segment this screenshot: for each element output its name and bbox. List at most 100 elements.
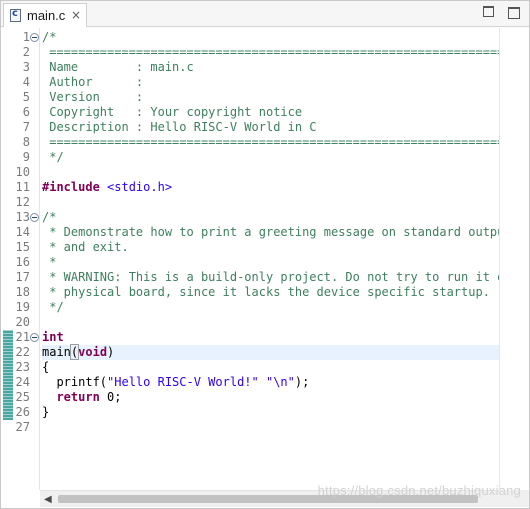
editor-window: main.c × 1234567891011121314151617181920… bbox=[0, 0, 530, 509]
code-line[interactable]: /* bbox=[42, 210, 56, 225]
code-token: * Demonstrate how to print a greeting me… bbox=[42, 225, 499, 239]
code-token: * physical board, since it lacks the dev… bbox=[42, 285, 490, 299]
code-token: */ bbox=[42, 300, 64, 314]
code-token: return bbox=[56, 390, 100, 404]
watermark-text: https://blog.csdn.net/buzhiquxiang bbox=[317, 483, 521, 498]
line-number: 13 bbox=[15, 210, 30, 224]
code-line[interactable]: * WARNING: This is a build-only project.… bbox=[42, 270, 499, 285]
line-number: 3 bbox=[22, 60, 30, 74]
code-line[interactable]: */ bbox=[42, 300, 64, 315]
code-line[interactable]: Version : bbox=[42, 90, 143, 105]
code-token: int bbox=[42, 330, 64, 344]
editor-tab-bar: main.c × bbox=[1, 1, 529, 27]
fold-collapse-icon[interactable] bbox=[30, 33, 39, 42]
line-number: 14 bbox=[15, 225, 30, 239]
line-number: 22 bbox=[15, 345, 30, 359]
line-number: 11 bbox=[15, 180, 30, 194]
gutter-divider bbox=[39, 28, 40, 490]
tab-main-c[interactable]: main.c × bbox=[3, 3, 87, 27]
vertical-scrollbar[interactable] bbox=[499, 28, 529, 490]
code-token: /* bbox=[42, 210, 57, 224]
line-number: 17 bbox=[15, 270, 30, 284]
fold-collapse-icon[interactable] bbox=[30, 213, 39, 222]
code-line[interactable]: int bbox=[42, 330, 64, 345]
code-token: */ bbox=[42, 150, 64, 164]
line-number: 19 bbox=[15, 300, 30, 314]
code-line[interactable]: Copyright : Your copyright notice bbox=[42, 105, 302, 120]
line-number: 12 bbox=[15, 195, 30, 209]
code-line[interactable]: * physical board, since it lacks the dev… bbox=[42, 285, 490, 300]
line-number: 7 bbox=[22, 120, 30, 134]
code-line[interactable]: /* bbox=[42, 30, 56, 45]
line-number: 18 bbox=[15, 285, 30, 299]
code-line[interactable]: */ bbox=[42, 150, 64, 165]
code-token: "\n" bbox=[265, 375, 295, 389]
line-number: 8 bbox=[22, 135, 30, 149]
line-number: 20 bbox=[15, 315, 30, 329]
code-line[interactable]: #include <stdio.h> bbox=[42, 180, 172, 195]
code-line[interactable]: Author : bbox=[42, 75, 143, 90]
line-number: 10 bbox=[15, 165, 30, 179]
code-text-area[interactable]: /* =====================================… bbox=[42, 28, 499, 490]
code-token: Copyright : Your copyright notice bbox=[42, 105, 303, 119]
code-token: Name : main.c bbox=[42, 60, 194, 74]
line-number: 27 bbox=[15, 420, 30, 434]
c-file-icon bbox=[10, 8, 21, 22]
line-number: 4 bbox=[22, 75, 30, 89]
vertical-scroll-thumb[interactable] bbox=[502, 30, 514, 485]
code-token: } bbox=[42, 405, 50, 419]
fold-collapse-icon[interactable] bbox=[30, 333, 39, 342]
line-number: 25 bbox=[15, 390, 30, 404]
code-token: ); bbox=[294, 375, 310, 389]
tab-label: main.c bbox=[27, 8, 66, 23]
line-number: 2 bbox=[22, 45, 30, 59]
code-token: * bbox=[42, 255, 57, 269]
close-icon[interactable]: × bbox=[71, 8, 81, 22]
line-number: 21 bbox=[15, 330, 30, 344]
code-token: ) bbox=[107, 345, 115, 359]
code-token: void bbox=[78, 345, 108, 359]
scroll-left-icon[interactable]: ◀ bbox=[44, 494, 52, 505]
code-line[interactable]: } bbox=[42, 405, 49, 420]
line-number: 16 bbox=[15, 255, 30, 269]
minimize-icon[interactable] bbox=[482, 5, 494, 17]
code-line[interactable]: * Demonstrate how to print a greeting me… bbox=[42, 225, 499, 240]
code-token: ========================================… bbox=[49, 45, 499, 59]
maximize-icon[interactable] bbox=[508, 5, 520, 19]
code-token: * WARNING: This is a build-only project.… bbox=[42, 270, 499, 284]
line-number: 24 bbox=[15, 375, 30, 389]
code-token: printf( bbox=[42, 375, 108, 389]
code-token: /* bbox=[42, 30, 57, 44]
code-line[interactable]: Name : main.c bbox=[42, 60, 194, 75]
code-token: main bbox=[42, 345, 71, 359]
code-token: Description : Hello RISC-V World in C bbox=[42, 120, 317, 134]
code-line[interactable]: ========================================… bbox=[42, 135, 499, 150]
code-token: * and exit. bbox=[42, 240, 129, 254]
line-number: 5 bbox=[22, 90, 30, 104]
line-number: 6 bbox=[22, 105, 30, 119]
line-number: 15 bbox=[15, 240, 30, 254]
code-token: 0; bbox=[99, 390, 122, 404]
line-number: 1 bbox=[22, 30, 30, 44]
code-token: ========================================… bbox=[49, 135, 499, 149]
code-line[interactable]: * and exit. bbox=[42, 240, 129, 255]
code-line[interactable]: main(void) bbox=[42, 344, 115, 360]
code-line[interactable]: ========================================… bbox=[42, 45, 499, 60]
code-token: { bbox=[42, 360, 50, 374]
code-token: "Hello RISC-V World!" bbox=[107, 375, 259, 389]
line-number: 23 bbox=[15, 360, 30, 374]
code-token: Author : bbox=[42, 75, 144, 89]
line-number: 26 bbox=[15, 405, 30, 419]
code-line[interactable]: return 0; bbox=[42, 390, 122, 405]
code-token: <stdio.h> bbox=[107, 180, 173, 194]
code-line[interactable]: { bbox=[42, 360, 49, 375]
code-line[interactable]: * bbox=[42, 255, 56, 270]
code-line[interactable]: printf("Hello RISC-V World!" "\n"); bbox=[42, 375, 309, 390]
code-line[interactable]: Description : Hello RISC-V World in C bbox=[42, 120, 317, 135]
code-editor[interactable]: 1 2 3 4 5 6 7 8 9 10 11 12 13 14 15 16 17 18 19 20 21 22 23 24 2… bbox=[1, 28, 499, 490]
code-token: #include bbox=[42, 180, 100, 194]
line-number-gutter: 1 2 3 4 5 6 7 8 9 10 11 12 13 14 15 16 17 18 19 20 21 22 23 24 2… bbox=[1, 28, 40, 490]
